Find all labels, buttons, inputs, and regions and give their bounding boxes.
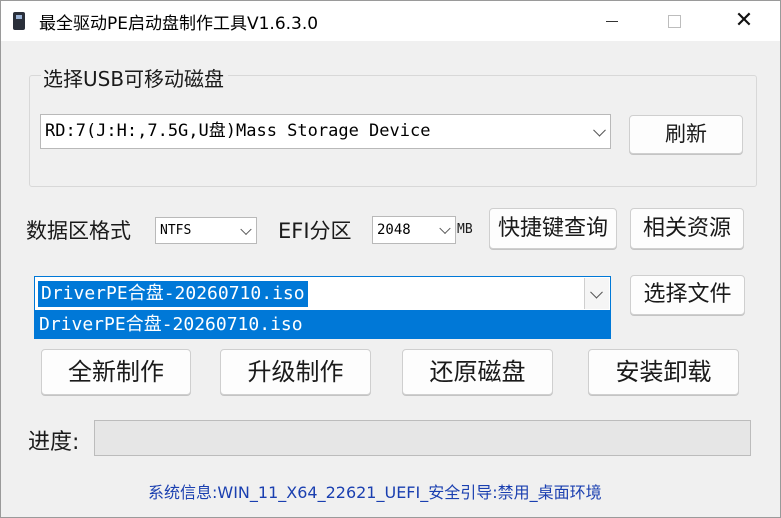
chevron-down-icon [439,222,451,235]
format-select[interactable]: NTFS [155,217,257,244]
iso-file-select[interactable]: DriverPE合盘-20260710.iso [34,276,611,311]
usb-drive-icon [13,12,25,30]
restore-disk-button[interactable]: 还原磁盘 [402,349,553,395]
format-label: 数据区格式 [26,219,131,243]
efi-unit-label: MB [457,222,473,237]
efi-label: EFI分区 [278,219,352,243]
iso-dropdown-list: DriverPE合盘-20260710.iso [34,311,611,339]
choose-file-button[interactable]: 选择文件 [630,275,745,315]
maximize-button[interactable] [651,1,697,41]
dropdown-toggle[interactable] [584,278,609,309]
window-title: 最全驱动PE启动盘制作工具V1.6.3.0 [39,14,319,34]
chevron-down-icon [590,285,603,299]
install-uninstall-button[interactable]: 安装卸载 [588,349,739,395]
progress-label: 进度: [28,430,80,455]
chevron-down-icon [593,123,606,137]
close-button[interactable]: ✕ [721,1,767,41]
usb-device-value: RD:7(J:H:,7.5G,U盘)Mass Storage Device [45,121,431,141]
title-bar[interactable]: 最全驱动PE启动盘制作工具V1.6.3.0 ✕ [1,1,780,41]
iso-file-value: DriverPE合盘-20260710.iso [38,281,308,307]
main-window: 最全驱动PE启动盘制作工具V1.6.3.0 ✕ 选择USB可移动磁盘 RD:7(… [0,0,781,518]
system-info-text: 系统信息:WIN_11_X64_22621_UEFI_安全引导:禁用_桌面环境 [148,483,602,502]
related-resources-button[interactable]: 相关资源 [630,208,744,249]
format-value: NTFS [160,223,192,238]
upgrade-make-button[interactable]: 升级制作 [220,349,371,395]
usb-group-label: 选择USB可移动磁盘 [41,63,229,92]
refresh-button[interactable]: 刷新 [629,115,743,154]
efi-size-select[interactable]: 2048 [372,216,456,244]
chevron-down-icon [240,223,252,235]
dropdown-item[interactable]: DriverPE合盘-20260710.iso [39,312,303,338]
progress-bar [94,420,751,456]
minimize-button[interactable] [589,1,635,41]
hotkey-query-button[interactable]: 快捷键查询 [489,208,617,249]
close-icon: ✕ [734,8,754,33]
efi-size-value: 2048 [377,222,411,238]
usb-device-select[interactable]: RD:7(J:H:,7.5G,U盘)Mass Storage Device [40,114,611,149]
new-make-button[interactable]: 全新制作 [41,349,191,395]
